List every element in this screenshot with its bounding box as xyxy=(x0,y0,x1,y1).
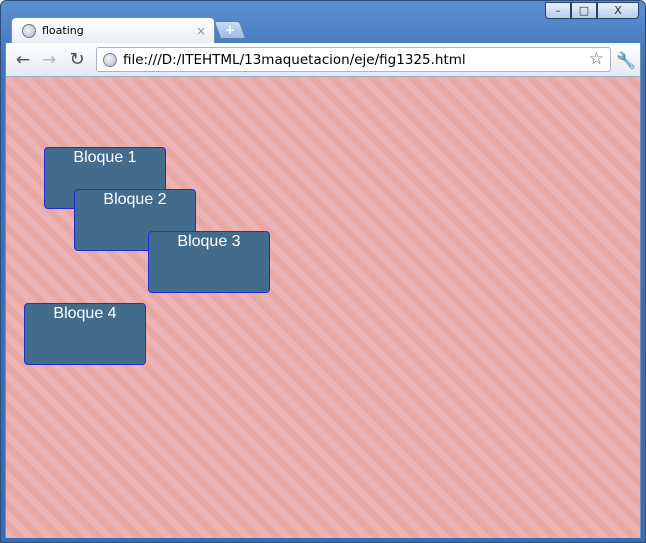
wrench-icon: 🔧 xyxy=(616,50,636,70)
plus-icon: + xyxy=(224,23,236,37)
back-button[interactable]: ← xyxy=(12,49,34,71)
browser-window: – □ X floating × + ← → ↻ file:///D:/ITEH… xyxy=(0,0,646,543)
wrench-menu-button[interactable]: 🔧 xyxy=(615,49,637,71)
tab-floating[interactable]: floating × xyxy=(11,17,215,43)
forward-button[interactable]: → xyxy=(38,49,60,71)
address-bar[interactable]: file:///D:/ITEHTML/13maquetacion/eje/fig… xyxy=(96,47,611,72)
url-text[interactable]: file:///D:/ITEHTML/13maquetacion/eje/fig… xyxy=(123,52,589,68)
back-arrow-icon: ← xyxy=(15,49,31,70)
block-4: Bloque 4 xyxy=(24,303,146,365)
tab-strip: floating × + xyxy=(5,17,645,43)
page-icon xyxy=(103,52,117,67)
block-3: Bloque 3 xyxy=(148,231,270,293)
reload-button[interactable]: ↻ xyxy=(66,49,88,71)
tab-title: floating xyxy=(42,24,84,37)
reload-icon: ↻ xyxy=(69,49,85,70)
navigation-toolbar: ← → ↻ file:///D:/ITEHTML/13maquetacion/e… xyxy=(5,43,641,77)
new-tab-button[interactable]: + xyxy=(213,21,247,39)
page-globe-icon xyxy=(22,23,36,38)
forward-arrow-icon: → xyxy=(41,49,57,70)
page-content: Bloque 1 Bloque 2 Bloque 3 Bloque 4 xyxy=(5,77,641,538)
tab-close-icon[interactable]: × xyxy=(196,24,206,38)
bookmark-star-icon[interactable]: ☆ xyxy=(589,51,604,68)
